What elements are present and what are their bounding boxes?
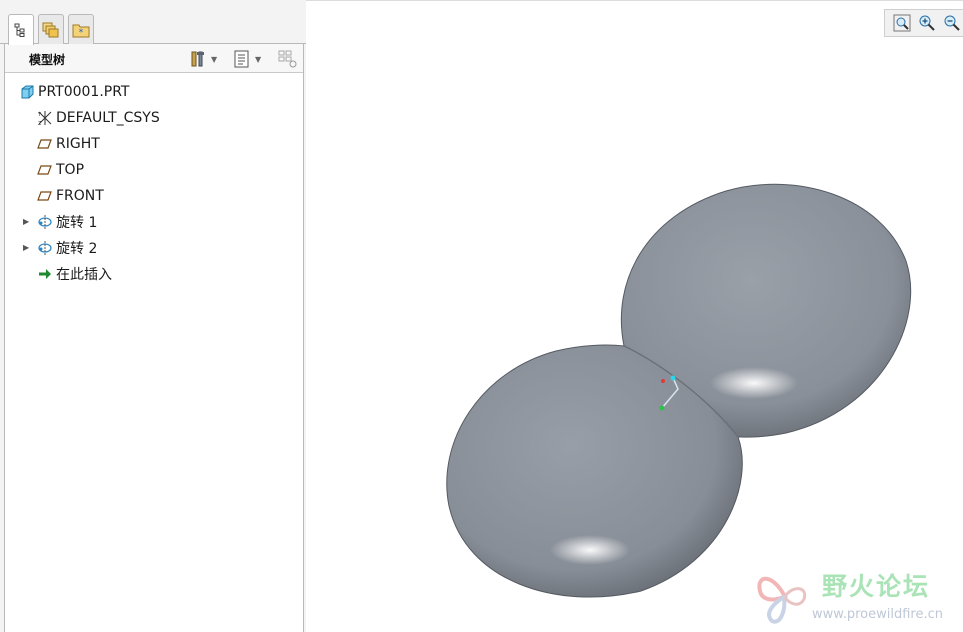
folder-star-icon: * [72,24,90,38]
zoom-in-icon [919,15,935,31]
tree-item-label: 旋转 1 [56,215,98,231]
show-button[interactable]: ▼ [233,48,261,70]
tree-item-label: FRONT [56,188,104,204]
tree-item-label: PRT0001.PRT [38,84,130,100]
model-3d-view[interactable] [306,1,963,632]
tree-item-label: 旋转 2 [56,241,98,257]
tree-item-insert-here[interactable]: 在此插入 [37,263,112,285]
zoom-in-button[interactable] [916,12,938,34]
svg-text:Y: Y [37,112,42,118]
zoom-fit-button[interactable] [891,12,913,34]
view-toolbar [884,9,963,37]
watermark: 野火论坛 www.proewildfire.cn [752,563,962,629]
tree-item-right[interactable]: RIGHT [37,133,100,155]
tree-item-front[interactable]: FRONT [37,185,104,207]
tree-icon [14,23,25,37]
tree-item-label: TOP [56,162,85,178]
tree-item-default-csys[interactable]: Y Z DEFAULT_CSYS [37,107,160,129]
part-icon [21,85,34,99]
zoom-out-icon [944,15,960,31]
expand-arrow-icon[interactable]: ▶ [23,217,29,226]
navigator-tab-strip: * [0,0,306,45]
watermark-title: 野火论坛 [822,572,931,601]
model-tree-title: 模型树 [29,53,66,67]
datum-plane-icon [37,191,52,201]
revolve-icon [38,215,52,229]
revolve-icon [38,241,52,255]
filter-button[interactable] [277,48,299,70]
model-tree-header: 模型树 ▼ ▼ [5,44,303,73]
tree-item-label: RIGHT [56,136,100,152]
datum-plane-icon [37,139,52,149]
tree-item-top[interactable]: TOP [37,159,84,181]
watermark-url: www.proewildfire.cn [812,607,943,622]
layers-icon [42,22,59,37]
settings-tools-icon [191,51,204,67]
zoom-out-button[interactable] [941,12,963,34]
chevron-down-icon: ▼ [211,54,218,64]
expand-arrow-icon[interactable]: ▶ [23,243,29,252]
tab-layers[interactable] [38,14,64,44]
graphics-viewport[interactable]: 野火论坛 www.proewildfire.cn [306,0,963,632]
filter-icon [278,50,297,68]
tree-item-revolve-1[interactable]: 旋转 1 [37,211,97,233]
svg-text:*: * [79,28,84,38]
chevron-down-icon: ▼ [255,54,262,64]
datum-plane-icon [37,165,52,175]
csys-icon: Y Z [37,111,52,126]
tree-item-part[interactable]: PRT0001.PRT [19,81,130,103]
svg-text:Z: Z [38,121,42,126]
tree-item-revolve-2[interactable]: 旋转 2 [37,237,97,259]
butterfly-logo-icon [757,576,807,624]
model-tree-panel: 模型树 ▼ ▼ PRT0001.PRT Y Z DEFAULT_CSYS RIG… [4,44,304,632]
tab-model-tree[interactable] [8,14,34,45]
app-window: * 模型树 ▼ ▼ PRT0001.PRT Y Z DEFAULT_CSYS R… [0,0,963,632]
model-body [446,183,912,598]
settings-button[interactable]: ▼ [189,48,217,70]
tree-item-label: 在此插入 [56,267,112,283]
navigator-panel: * 模型树 ▼ ▼ PRT0001.PRT Y Z DEFAULT_CSYS R… [0,0,306,632]
tree-item-label: DEFAULT_CSYS [56,110,160,126]
zoom-fit-icon [893,14,911,32]
tab-favorites[interactable]: * [68,14,94,44]
insert-here-arrow-icon [39,269,51,279]
show-list-icon [234,50,249,68]
